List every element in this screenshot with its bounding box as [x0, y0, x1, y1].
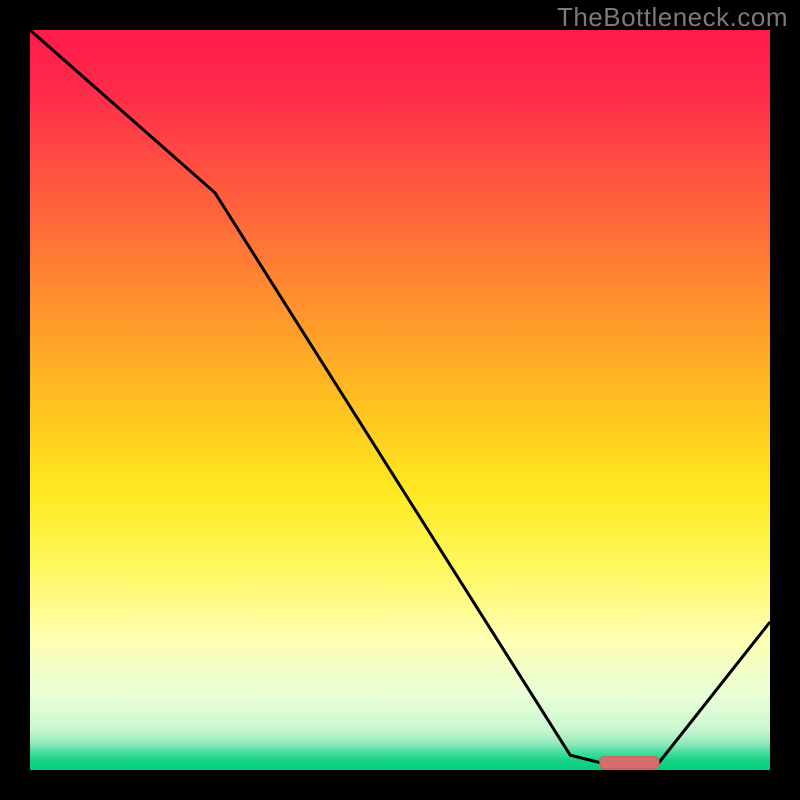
chart-svg: [30, 30, 770, 770]
chart-container: TheBottleneck.com: [0, 0, 800, 800]
watermark-text: TheBottleneck.com: [557, 2, 788, 33]
plot-area: [30, 30, 770, 770]
optimal-range-marker: [600, 757, 659, 769]
gradient-background: [30, 30, 770, 770]
